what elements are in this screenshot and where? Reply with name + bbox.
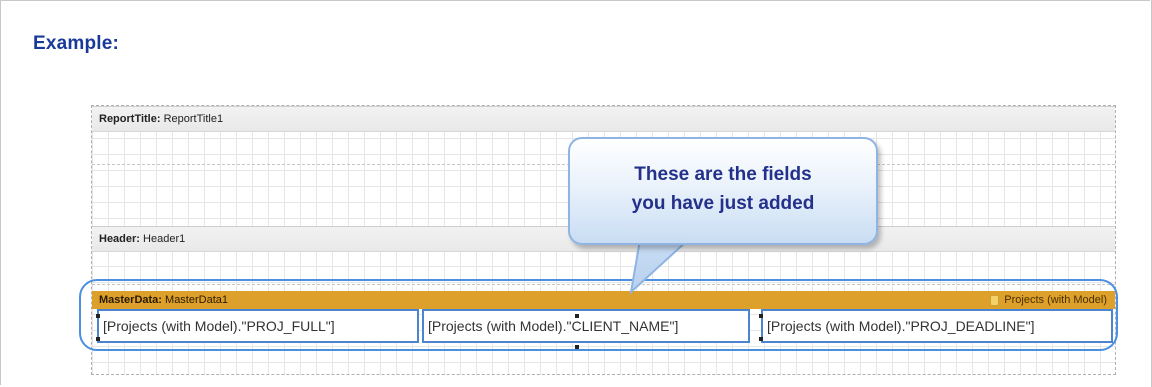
- report-title-band-label: ReportTitle:: [99, 113, 161, 125]
- master-data-band-area[interactable]: [92, 343, 1115, 374]
- resize-handle[interactable]: [575, 314, 579, 318]
- callout-line-2: you have just added: [631, 193, 815, 214]
- resize-handle[interactable]: [759, 337, 763, 341]
- header-band-label: Header:: [99, 233, 140, 245]
- report-title-band-name: ReportTitle1: [163, 113, 224, 125]
- field-client-name[interactable]: [Projects (with Model)."CLIENT_NAME"]: [422, 309, 750, 343]
- report-title-band-header[interactable]: ReportTitle: ReportTitle1: [92, 106, 1115, 132]
- callout-text: These are the fields you have just added: [570, 160, 876, 218]
- datasource-indicator: Projects (with Model): [990, 291, 1107, 309]
- resize-handle[interactable]: [96, 314, 100, 318]
- example-heading: Example:: [33, 33, 120, 54]
- callout-line-1: These are the fields: [634, 164, 812, 185]
- resize-handle[interactable]: [96, 337, 100, 341]
- header-band-name: Header1: [143, 233, 186, 245]
- field-proj-deadline[interactable]: [Projects (with Model)."PROJ_DEADLINE"]: [761, 309, 1113, 343]
- master-data-band-header[interactable]: MasterData: MasterData1 Projects (with M…: [92, 291, 1115, 309]
- resize-handle[interactable]: [759, 314, 763, 318]
- header-band-area[interactable]: [92, 252, 1115, 285]
- master-data-band-label: MasterData:: [99, 294, 162, 306]
- datasource-name: Projects (with Model): [1004, 294, 1107, 306]
- master-data-band-name: MasterData1: [165, 294, 229, 306]
- field-proj-full[interactable]: [Projects (with Model)."PROJ_FULL"]: [97, 309, 419, 343]
- database-icon: [990, 294, 1000, 306]
- callout-bubble: These are the fields you have just added: [568, 137, 878, 245]
